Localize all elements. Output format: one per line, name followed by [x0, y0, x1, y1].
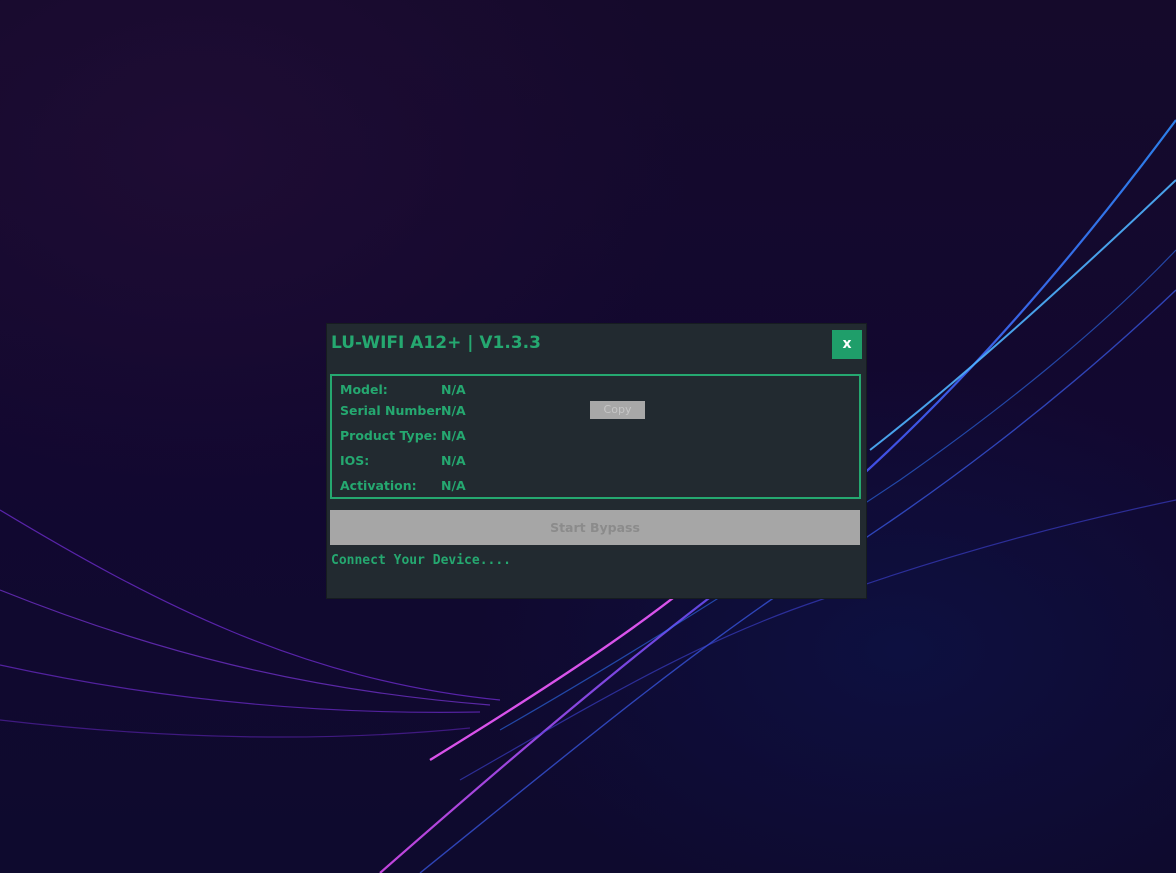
app-window: LU-WIFI A12+ | V1.3.3 x Model: N/A Seria…: [327, 324, 866, 598]
product-type-value: N/A: [441, 428, 466, 443]
product-type-label: Product Type:: [340, 428, 438, 443]
status-message: Connect Your Device....: [331, 553, 512, 568]
model-label: Model:: [340, 382, 388, 397]
start-bypass-button[interactable]: Start Bypass: [330, 510, 860, 545]
ios-label: IOS:: [340, 453, 370, 468]
activation-value: N/A: [441, 478, 466, 493]
activation-label: Activation:: [340, 478, 417, 493]
copy-serial-button[interactable]: Copy: [590, 401, 645, 419]
serial-number-value: N/A: [441, 403, 466, 418]
device-info-panel: Model: N/A Serial Number: N/A Copy Produ…: [330, 374, 861, 499]
model-value: N/A: [441, 382, 466, 397]
close-button[interactable]: x: [832, 330, 862, 359]
serial-number-label: Serial Number:: [340, 403, 446, 418]
ios-value: N/A: [441, 453, 466, 468]
window-title: LU-WIFI A12+ | V1.3.3: [331, 333, 541, 353]
